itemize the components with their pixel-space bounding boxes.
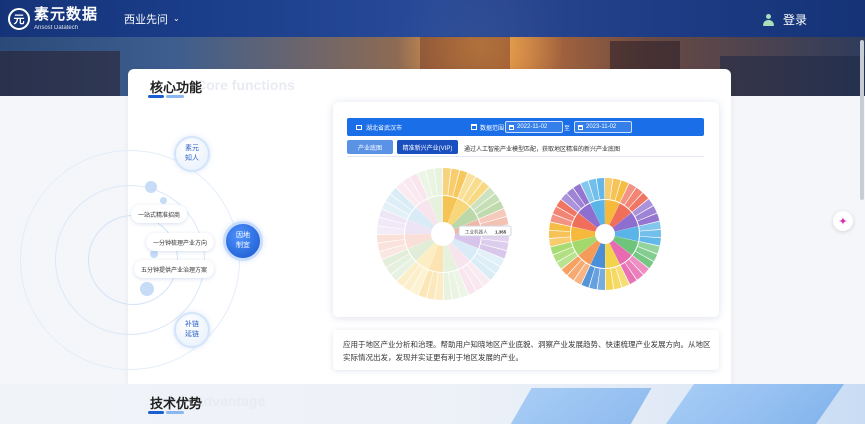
date-separator: 至 — [564, 126, 571, 132]
bubble-top-label: 素元 知人 — [185, 145, 199, 162]
advantage-section — [0, 384, 865, 424]
right-sunburst-subslice[interactable] — [549, 230, 571, 239]
sparkle-icon: ✦ — [838, 215, 848, 228]
decor-dot — [160, 197, 167, 204]
logo-title: 素元数据 — [34, 5, 99, 23]
range-label: 数据范围 — [480, 125, 505, 132]
title-underline — [166, 411, 184, 414]
calendar-icon — [471, 124, 477, 130]
location-label: 湖北省武汉市 — [366, 125, 403, 132]
pill-item[interactable]: 一站式精准招商 — [131, 205, 188, 223]
top-navbar: 元 素元数据 Ansost Datatech 西业先问 ⌄ 登录 — [0, 0, 865, 37]
bubble-top[interactable]: 素元 知人 — [174, 136, 210, 172]
login-label: 登录 — [782, 13, 807, 27]
title-underline — [166, 95, 184, 98]
tab-vip[interactable]: 精准新兴产业(VIP) — [397, 140, 458, 154]
calendar-icon — [509, 124, 514, 130]
chart-tooltip: 工业机器人 1,365 — [458, 225, 512, 237]
tab-industry-map[interactable]: 产业底图 — [347, 140, 393, 154]
bubble-bottom-label: 补链 延链 — [185, 321, 199, 338]
tooltip-name: 工业机器人 — [465, 229, 488, 236]
sunburst-charts: 工业机器人 1,365 — [377, 168, 661, 300]
advantage-title: 技术优势 — [150, 396, 203, 411]
map-icon — [356, 124, 362, 130]
start-date-input[interactable]: 2022-11-02 — [505, 121, 563, 133]
chart-panel: 湖北省武汉市 数据范围 2022-11-02 至 2023-11-02 产业底图… — [333, 102, 719, 317]
divider — [347, 156, 704, 157]
ai-assistant-button[interactable]: ✦ — [833, 211, 853, 231]
login-button[interactable]: 登录 — [762, 11, 807, 28]
bubble-bottom[interactable]: 补链 延链 — [174, 312, 210, 348]
logo[interactable]: 元 素元数据 Ansost Datatech — [8, 7, 98, 31]
decor-dot — [150, 250, 158, 258]
section-subtitle: Core functions — [196, 77, 295, 93]
nav-menu-label: 西业先问 — [124, 13, 169, 26]
location-selector[interactable]: 湖北省武汉市 — [356, 123, 402, 132]
description-box: 应用于地区产业分析和治理。帮助用户知晓地区产业底貌、洞察产业发展趋势、快速梳理产… — [333, 330, 719, 370]
tooltip-value: 1,365 — [495, 230, 507, 235]
nav-menu-dropdown[interactable]: 西业先问 ⌄ — [124, 11, 180, 27]
title-underline — [148, 411, 164, 414]
section-title: 核心功能 — [150, 80, 203, 95]
advantage-subtitle: advantage — [196, 393, 266, 409]
decor-crystal — [508, 388, 652, 424]
decor-crystal — [665, 384, 845, 424]
calendar-icon — [578, 124, 583, 130]
bubble-center[interactable]: 因地 制宜 — [223, 221, 263, 261]
decor-dot — [140, 282, 154, 296]
description-text: 应用于地区产业分析和治理。帮助用户知晓地区产业底貌、洞察产业发展趋势、快速梳理产… — [343, 340, 711, 362]
banner-building — [720, 56, 865, 96]
tab-description: 通过人工智能产业模型匹配，获取地区精准的新兴产业底图 — [464, 147, 621, 153]
chevron-down-icon: ⌄ — [173, 14, 180, 23]
bubble-center-label: 因地 制宜 — [236, 232, 250, 249]
logo-subtitle: Ansost Datatech — [34, 24, 79, 31]
title-underline — [148, 95, 164, 98]
user-icon — [762, 13, 774, 26]
right-sunburst-subslice[interactable] — [639, 229, 661, 238]
pill-item[interactable]: 一分钟梳理产业方向 — [146, 233, 215, 251]
logo-icon: 元 — [8, 7, 30, 30]
pill-item[interactable]: 五分钟提供产业治理方案 — [134, 260, 215, 278]
end-date-input[interactable]: 2023-11-02 — [574, 121, 632, 133]
decor-dot — [145, 181, 157, 193]
scrollbar[interactable] — [860, 40, 864, 200]
filter-bar: 湖北省武汉市 数据范围 2022-11-02 至 2023-11-02 — [347, 118, 704, 136]
banner-building — [0, 51, 120, 96]
